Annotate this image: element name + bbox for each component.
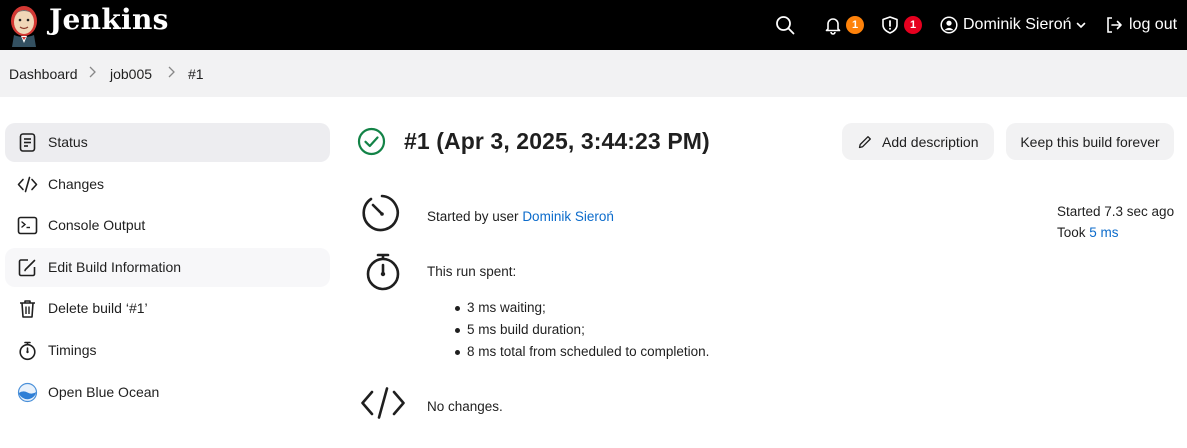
breadcrumb-build[interactable]: #1 (188, 66, 204, 82)
timings-heading: This run spent: (427, 264, 517, 279)
speedometer-icon (362, 194, 399, 232)
terminal-icon (17, 216, 38, 235)
logout-link[interactable]: log out (1105, 0, 1177, 50)
took-duration-link[interactable]: 5 ms (1089, 225, 1118, 240)
sidebar-item-open-blue-ocean[interactable]: Open Blue Ocean (5, 373, 330, 412)
success-check-icon (357, 127, 386, 156)
security-badge: 1 (904, 16, 922, 34)
sidebar-item-label: Timings (48, 342, 97, 358)
sidebar-item-status[interactable]: Status (5, 123, 330, 162)
bell-icon (825, 18, 841, 35)
top-header: Jenkins 1 1 Dominik Sieroń log out (0, 0, 1187, 50)
started-time: Started 7.3 sec ago (1057, 204, 1175, 219)
stopwatch-icon (19, 341, 36, 361)
sidebar-item-label: Console Output (48, 217, 146, 233)
add-description-label: Add description (882, 133, 979, 150)
chevron-right-icon (89, 66, 96, 78)
took-duration: Took 5 ms (1057, 225, 1119, 240)
build-cause: Started by user Dominik Sieroń (427, 209, 614, 224)
breadcrumb: Dashboard job005 #1 (0, 50, 1187, 97)
stopwatch-icon (366, 253, 400, 291)
sidebar-item-label: Status (48, 134, 88, 150)
sidebar-item-timings[interactable]: Timings (5, 331, 330, 370)
notifications-badge: 1 (846, 16, 864, 34)
code-icon (17, 176, 38, 193)
sidebar-item-label: Open Blue Ocean (48, 384, 160, 400)
list-item: 3 ms waiting; (455, 297, 709, 319)
page-title: #1 (Apr 3, 2025, 3:44:23 PM) (404, 128, 710, 154)
user-name: Dominik Sieroń (963, 16, 1072, 33)
blue-ocean-icon (17, 382, 38, 403)
search-icon[interactable] (775, 0, 795, 50)
document-icon (19, 133, 36, 152)
edit-icon (18, 259, 36, 277)
sidebar-item-label: Edit Build Information (48, 259, 182, 275)
jenkins-butler-logo (11, 6, 37, 47)
sidebar-item-delete-build[interactable]: Delete build ‘#1’ (5, 289, 330, 328)
sidebar-item-changes[interactable]: Changes (5, 165, 330, 204)
sidebar-item-console-output[interactable]: Console Output (5, 206, 330, 245)
logout-icon (1107, 17, 1122, 33)
chevron-right-icon (168, 66, 175, 78)
brand-name[interactable]: Jenkins (49, 3, 169, 36)
sidebar-item-label: Changes (48, 176, 105, 192)
sidebar-item-label: Delete build ‘#1’ (48, 300, 148, 316)
breadcrumb-dashboard[interactable]: Dashboard (9, 66, 78, 82)
sidebar-item-edit-build-information[interactable]: Edit Build Information (5, 248, 330, 287)
breadcrumb-job[interactable]: job005 (110, 66, 152, 82)
user-icon (940, 16, 958, 34)
pencil-icon (858, 135, 871, 148)
security-alerts-button[interactable]: 1 (880, 0, 922, 50)
list-item: 5 ms build duration; (455, 319, 709, 341)
build-cause-prefix: Started by user (427, 209, 523, 224)
logout-label: log out (1129, 16, 1178, 33)
timings-list: 3 ms waiting; 5 ms build duration; 8 ms … (455, 297, 709, 363)
notifications-button[interactable]: 1 (823, 0, 864, 50)
shield-icon (882, 16, 898, 34)
jenkins-home-link[interactable] (6, 2, 42, 48)
keep-build-forever-label: Keep this build forever (1020, 133, 1160, 150)
cause-user-link[interactable]: Dominik Sieroń (522, 209, 614, 224)
trash-icon (20, 300, 35, 318)
user-menu[interactable]: Dominik Sieroń (940, 0, 1087, 50)
took-prefix: Took (1057, 225, 1090, 240)
add-description-button[interactable]: Add description (842, 123, 994, 160)
code-icon (361, 387, 405, 419)
no-changes-text: No changes. (427, 399, 503, 414)
chevron-down-icon (1077, 22, 1086, 29)
keep-build-forever-button[interactable]: Keep this build forever (1006, 123, 1174, 160)
list-item: 8 ms total from scheduled to completion. (455, 341, 709, 363)
